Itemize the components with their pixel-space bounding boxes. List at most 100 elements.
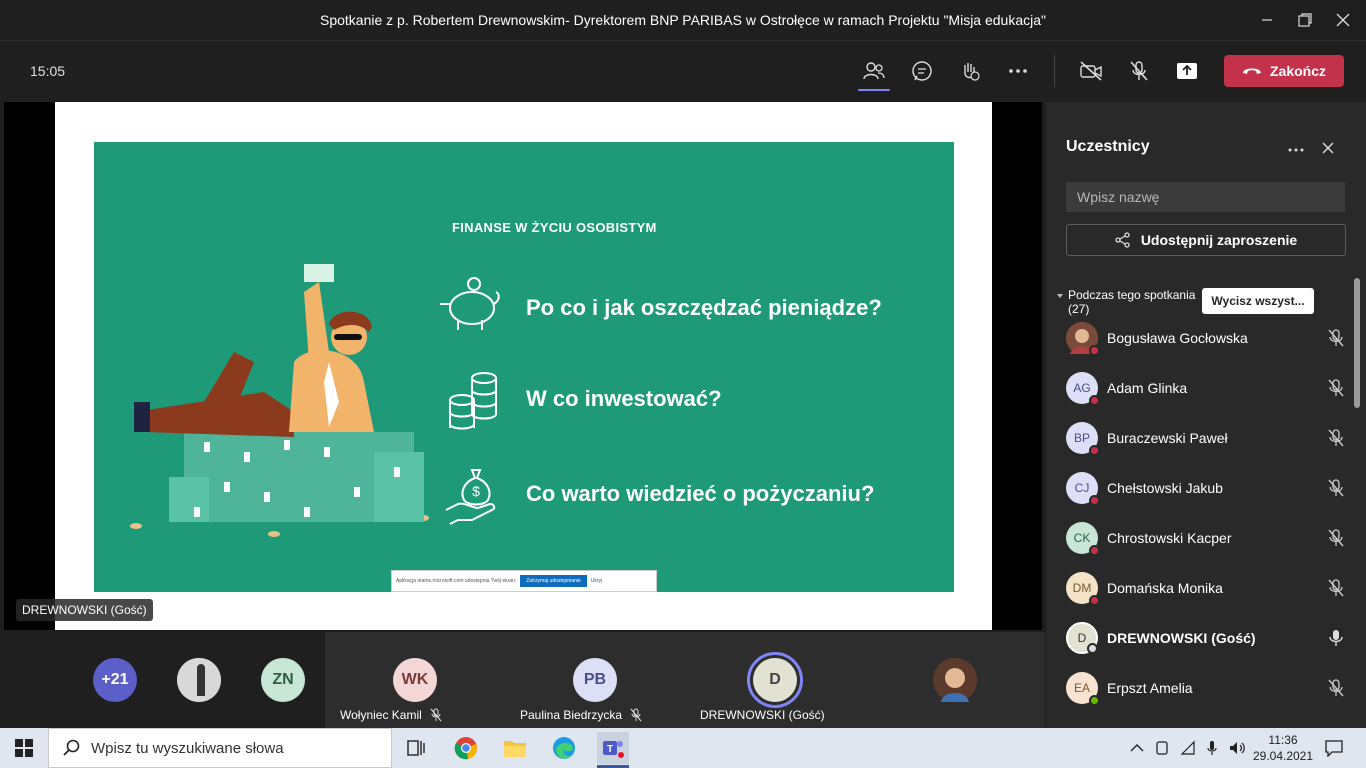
participant-name: Adam Glinka (1107, 380, 1188, 396)
participant-row[interactable]: D DREWNOWSKI (Gość) (1066, 613, 1346, 663)
reactions-button[interactable] (952, 53, 988, 89)
end-call-button[interactable]: Zakończ (1224, 55, 1344, 87)
mic-toggle-button[interactable] (1121, 53, 1157, 89)
avatar[interactable] (177, 658, 221, 702)
raise-hand-icon (964, 63, 980, 81)
participant-search-input[interactable] (1066, 182, 1345, 212)
slide-bullet-1: Po co i jak oszczędzać pieniądze? (526, 295, 882, 320)
teams-icon: T (603, 741, 624, 758)
tile-name: Wołyniec Kamil (340, 708, 422, 722)
share-invite-label: Udostępnij zaproszenie (1140, 232, 1298, 248)
avatar: D (1066, 622, 1098, 654)
participants-panel: Uczestnicy Udostępnij zaproszenie Podcza… (1046, 102, 1366, 728)
task-view-button[interactable] (400, 732, 432, 764)
tile-name-row: Wołyniec Kamil (340, 708, 442, 722)
participant-tile[interactable]: WK Wołyniec Kamil (325, 632, 505, 728)
slide-heading: FINANSE W ŻYCIU OSOBISTYM (452, 220, 657, 235)
meeting-toolbar: 15:05 Zakończ (0, 40, 1366, 100)
presence-dot (1089, 695, 1100, 706)
avatar: BP (1066, 422, 1100, 456)
hang-up-icon (1242, 68, 1261, 74)
notifications-button[interactable] (1318, 732, 1350, 764)
presence-dot (1089, 545, 1100, 556)
close-icon (1322, 142, 1334, 154)
participant-row[interactable]: AG Adam Glinka (1066, 363, 1346, 413)
avatar: AG (1066, 372, 1100, 406)
chat-icon (912, 61, 932, 81)
edge-taskbar-button[interactable] (548, 732, 580, 764)
stop-sharing-button[interactable]: Zatrzymaj udostępnianie (520, 575, 587, 587)
share-invite-button[interactable]: Udostępnij zaproszenie (1066, 224, 1346, 256)
file-explorer-taskbar-button[interactable] (499, 732, 531, 764)
self-video-tile[interactable] (865, 632, 1045, 728)
avatar-initials: CK (1073, 531, 1091, 545)
more-participants-button[interactable]: +21 (93, 658, 137, 702)
avatar-initials: WK (401, 671, 429, 688)
avatar: DM (1066, 572, 1100, 606)
wifi-icon[interactable] (1180, 740, 1196, 756)
participant-name: Bogusława Gocłowska (1107, 330, 1248, 346)
participant-row[interactable]: BP Buraczewski Paweł (1066, 413, 1346, 463)
presence-dot (1087, 643, 1098, 654)
close-icon (1336, 13, 1350, 27)
participant-name: Chełstowski Jakub (1107, 480, 1223, 496)
more-actions-button[interactable] (1000, 53, 1036, 89)
user-photo-icon (177, 658, 221, 702)
minimize-icon (1262, 19, 1272, 21)
participant-row[interactable]: DM Domańska Monika (1066, 563, 1346, 613)
chevron-up-icon[interactable] (1130, 743, 1144, 753)
panel-more-button[interactable] (1288, 138, 1304, 159)
video-strip: +21 ZN WK Wołyniec Kamil PB Paulina Bied… (0, 632, 1046, 728)
folder-icon (504, 741, 526, 757)
shared-screen-stage: FINANSE W ŻYCIU OSOBISTYM Po co i jak os… (4, 102, 1042, 630)
end-call-label: Zakończ (1269, 63, 1326, 79)
panel-title: Uczestnicy (1066, 138, 1150, 155)
microphone-icon[interactable] (1206, 740, 1218, 756)
mute-all-button[interactable]: Wycisz wszyst... (1202, 288, 1314, 314)
mic-off-icon (1326, 378, 1346, 398)
volume-icon[interactable] (1228, 740, 1246, 756)
tile-name: Paulina Biedrzycka (520, 708, 623, 722)
in-meeting-section-toggle[interactable]: Podczas tego spotkania (27) (1056, 288, 1196, 316)
more-icon (1288, 148, 1304, 152)
system-tray (1130, 728, 1246, 768)
avatar: CK (1066, 522, 1100, 556)
chrome-taskbar-button[interactable] (450, 732, 482, 764)
participants-button[interactable] (856, 53, 892, 91)
avatar-initials: D (1077, 631, 1087, 645)
taskbar-search[interactable]: Wpisz tu wyszukiwane słowa (48, 728, 392, 768)
notification-icon (1325, 740, 1343, 757)
device-icon[interactable] (1154, 740, 1170, 756)
close-button[interactable] (1320, 0, 1366, 40)
taskbar-search-placeholder: Wpisz tu wyszukiwane słowa (91, 739, 284, 757)
share-screen-button[interactable] (1169, 53, 1205, 89)
start-button[interactable] (8, 732, 40, 764)
tile-name-row: DREWNOWSKI (Gość) (700, 708, 825, 722)
panel-scrollbar[interactable] (1354, 278, 1360, 408)
avatar-initials: ZN (272, 671, 294, 688)
avatar[interactable]: ZN (261, 658, 305, 702)
chat-button[interactable] (904, 53, 940, 89)
participant-tile-speaking[interactable]: D DREWNOWSKI (Gość) (685, 632, 865, 728)
hide-notice-link[interactable]: Ukryj (591, 578, 602, 584)
avatar (933, 658, 977, 702)
slide-bullet-3: Co warto wiedzieć o pożyczaniu? (526, 481, 875, 506)
camera-toggle-button[interactable] (1073, 53, 1109, 89)
tile-name: DREWNOWSKI (Gość) (700, 708, 825, 722)
taskbar-time: 11:36 (1268, 733, 1298, 747)
participant-name: Erpszt Amelia (1107, 680, 1193, 696)
taskbar-clock[interactable]: 11:36 29.04.2021 (1252, 732, 1314, 764)
participant-row[interactable]: CK Chrostowski Kacper (1066, 513, 1346, 563)
participant-row[interactable]: CJ Chełstowski Jakub (1066, 463, 1346, 513)
share-notice-text: Aplikacja teams.microsoft.com udostępnia… (396, 578, 517, 584)
panel-close-button[interactable] (1320, 138, 1336, 159)
participant-row[interactable]: Bogusława Gocłowska (1066, 313, 1346, 363)
user-photo-icon (933, 658, 977, 702)
participant-name: Chrostowski Kacper (1107, 530, 1232, 546)
participant-row[interactable]: EA Erpszt Amelia (1066, 663, 1346, 713)
mic-off-icon (430, 708, 442, 722)
search-icon (63, 739, 80, 756)
participant-tile[interactable]: PB Paulina Biedrzycka (505, 632, 685, 728)
window-title: Spotkanie z p. Robertem Drewnowskim- Dyr… (319, 12, 1046, 28)
teams-taskbar-button[interactable]: T (597, 732, 629, 764)
